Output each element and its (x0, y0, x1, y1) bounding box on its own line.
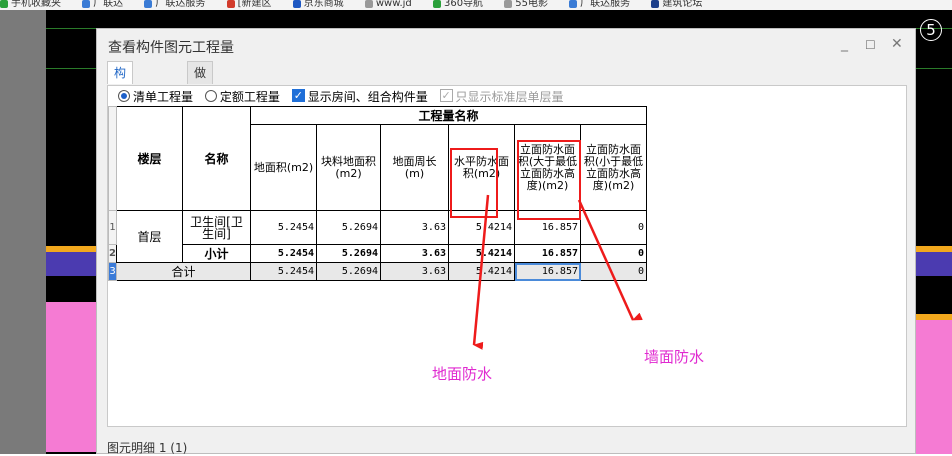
annotation-floor-waterproof: 地面防水 (432, 365, 493, 383)
arrow-wall (577, 199, 643, 321)
arrow-floor (472, 194, 490, 350)
annotation-arrows (472, 194, 643, 350)
annotation-wall-waterproof: 墙面防水 (644, 348, 705, 366)
